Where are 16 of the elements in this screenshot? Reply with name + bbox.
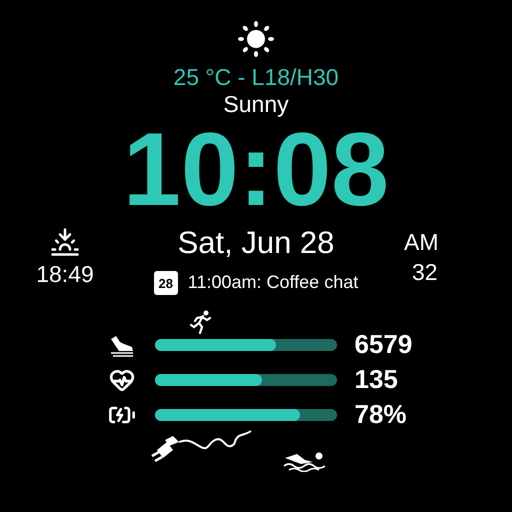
complication-value: 32 <box>411 258 438 287</box>
date-text: Sat, Jun 28 <box>178 225 334 261</box>
sunset-time: 18:49 <box>36 260 94 289</box>
calendar-icon: 28 <box>154 270 178 294</box>
weather-condition: Sunny <box>223 91 289 117</box>
time-text: 10:08 <box>123 119 389 221</box>
event-text: 11:00am: Coffee chat <box>188 271 358 294</box>
swimmer-icon <box>282 450 328 472</box>
runner-icon <box>190 310 212 334</box>
metric-value: 78% <box>354 398 407 431</box>
am-pm-text: AM <box>404 228 438 257</box>
temperature-text: 25 °C - L18/H30 <box>173 63 339 91</box>
sun-icon <box>237 20 275 58</box>
metric-value: 135 <box>354 363 398 396</box>
metric-value: 6579 <box>354 328 412 361</box>
sunset-icon <box>50 227 80 257</box>
